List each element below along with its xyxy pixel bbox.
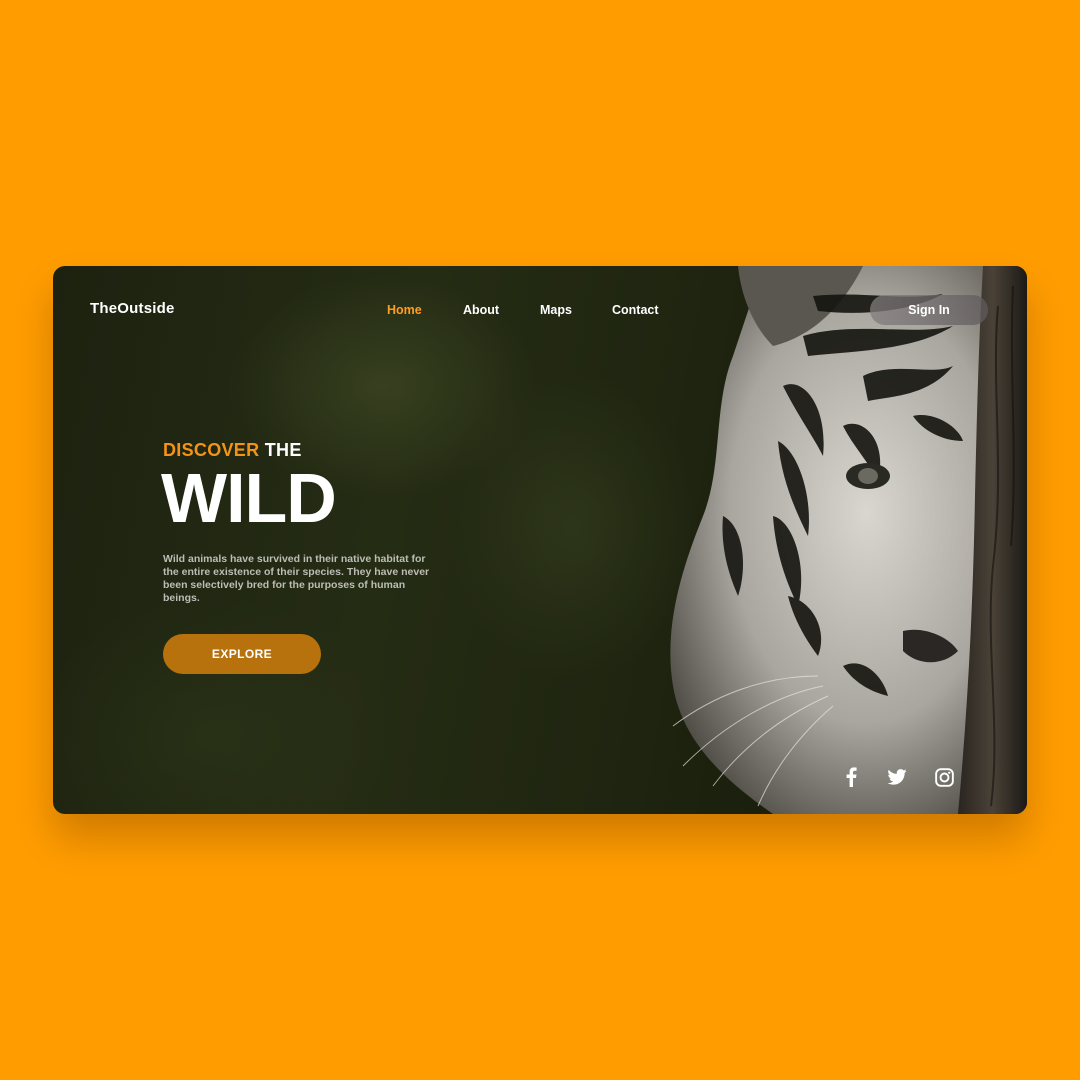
explore-button[interactable]: EXPLORE (163, 634, 321, 674)
tiger-image (613, 266, 1027, 814)
nav-contact-link[interactable]: Contact (612, 303, 659, 317)
brand-logo[interactable]: TheOutside (90, 300, 175, 317)
hero-description: Wild animals have survived in their nati… (163, 553, 430, 604)
nav-home-link[interactable]: Home (387, 303, 422, 317)
hero-title: WILD (161, 459, 337, 537)
nav-about-link[interactable]: About (463, 303, 499, 317)
facebook-icon[interactable] (840, 766, 862, 788)
instagram-icon[interactable] (933, 766, 955, 788)
nav-maps-link[interactable]: Maps (540, 303, 572, 317)
hero-card: TheOutside Home About Maps Contact Sign … (53, 266, 1027, 814)
twitter-icon[interactable] (886, 766, 908, 788)
sign-in-button[interactable]: Sign In (870, 295, 988, 325)
